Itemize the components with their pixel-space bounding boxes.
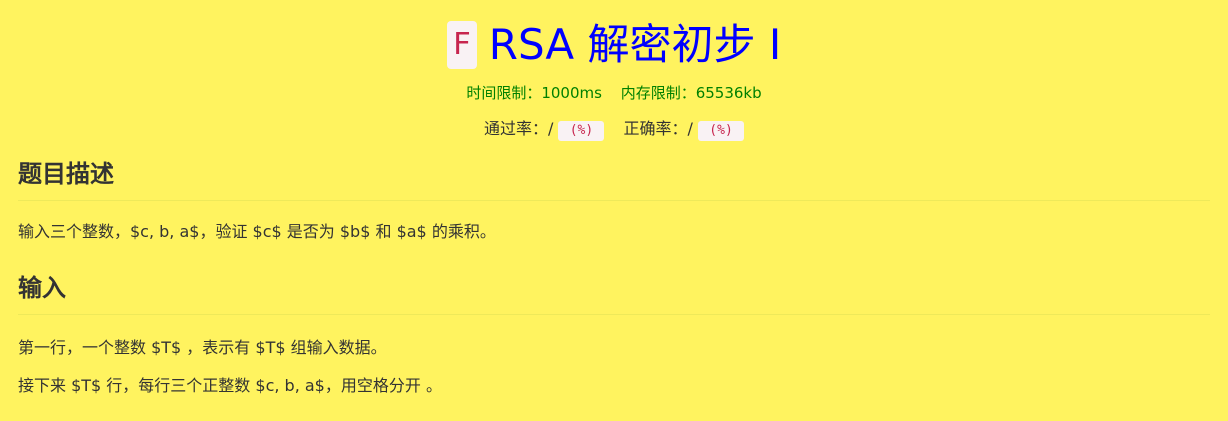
rates-line: 通过率：/ (%) 正确率：/ (%) — [0, 118, 1228, 141]
limits-line: 时间限制：1000ms 内存限制：65536kb — [0, 82, 1228, 104]
input-heading: 输入 — [18, 272, 1210, 315]
description-heading: 题目描述 — [18, 158, 1210, 201]
pass-rate-value: (%) — [558, 121, 605, 141]
pass-rate-label: 通过率：/ — [483, 119, 554, 138]
title-row: F RSA 解密初步 Ⅰ — [0, 18, 1228, 72]
time-limit: 时间限制：1000ms — [466, 84, 602, 102]
memory-limit: 内存限制：65536kb — [620, 84, 762, 102]
problem-code-badge: F — [446, 21, 477, 69]
correct-rate: 正确率：/ (%) — [623, 119, 745, 141]
problem-page: F RSA 解密初步 Ⅰ 时间限制：1000ms 内存限制：65536kb 通过… — [0, 0, 1228, 421]
pass-rate: 通过率：/ (%) — [483, 119, 610, 141]
correct-rate-label: 正确率：/ — [623, 119, 693, 138]
description-text: 输入三个整数，$c, b, a$，验证 $c$ 是否为 $b$ 和 $a$ 的乘… — [18, 222, 496, 241]
problem-title: RSA 解密初步 Ⅰ — [488, 20, 782, 69]
input-section: 输入 第一行，一个整数 $T$ ，表示有 $T$ 组输入数据。 接下来 $T$ … — [0, 272, 1228, 397]
description-section: 题目描述 输入三个整数，$c, b, a$，验证 $c$ 是否为 $b$ 和 $… — [0, 158, 1228, 243]
input-line-1: 第一行，一个整数 $T$ ，表示有 $T$ 组输入数据。 — [18, 338, 387, 357]
problem-header: F RSA 解密初步 Ⅰ 时间限制：1000ms 内存限制：65536kb 通过… — [0, 0, 1228, 141]
input-line-2: 接下来 $T$ 行，每行三个正整数 $c, b, a$，用空格分开 。 — [18, 376, 442, 395]
correct-rate-value: (%) — [698, 121, 745, 141]
